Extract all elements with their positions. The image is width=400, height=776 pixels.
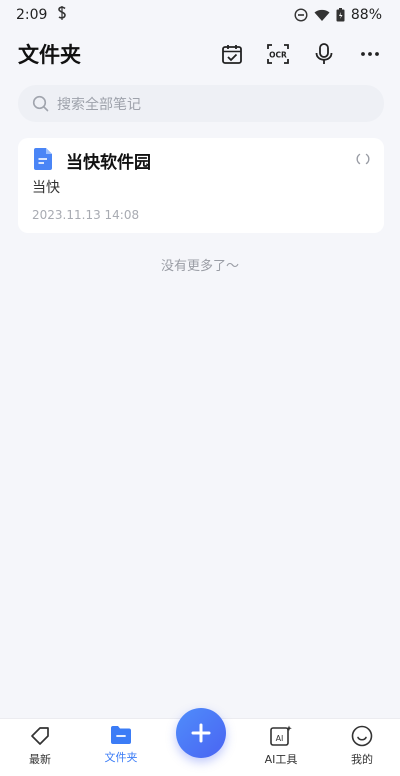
nav-label-profile: 我的	[351, 753, 373, 766]
nav-item-ai-tools[interactable]: AI AI工具	[251, 725, 311, 771]
nav-label-latest: 最新	[29, 753, 51, 766]
sync-icon	[356, 153, 370, 165]
ocr-button[interactable]: OCR	[266, 42, 290, 66]
battery-icon	[336, 8, 345, 22]
svg-text:AI: AI	[276, 734, 284, 743]
list-end-text: 没有更多了～	[160, 259, 239, 274]
calendar-check-icon	[222, 45, 242, 64]
header: 文件夹 OCR	[0, 34, 400, 74]
ocr-label: OCR	[269, 51, 287, 60]
more-dots-icon	[361, 52, 379, 56]
nav-item-profile[interactable]: 我的	[332, 725, 392, 771]
status-bar: 2:09 88%	[0, 0, 400, 30]
nav-item-latest[interactable]: 最新	[10, 725, 70, 771]
folder-icon	[111, 726, 131, 744]
status-time: 2:09	[16, 7, 48, 23]
sync-status-icon	[57, 6, 67, 24]
header-actions: OCR	[220, 42, 382, 66]
plus-icon	[191, 723, 211, 743]
calendar-button[interactable]	[220, 42, 244, 66]
more-button[interactable]	[358, 42, 382, 66]
dnd-icon	[294, 8, 308, 22]
smile-icon	[351, 725, 373, 747]
search-icon	[32, 95, 49, 112]
note-preview: 当快	[32, 180, 60, 196]
voice-button[interactable]	[312, 42, 336, 66]
note-date: 2023.11.13 14:08	[32, 208, 140, 222]
battery-percent: 88%	[350, 7, 382, 23]
add-note-button[interactable]	[176, 708, 226, 758]
nav-label-ai-tools: AI工具	[264, 753, 298, 766]
document-icon	[34, 148, 52, 170]
search-placeholder: 搜索全部笔记	[57, 96, 141, 113]
nav-label-folder: 文件夹	[104, 751, 138, 764]
note-card[interactable]: 当快软件园 当快 2023.11.13 14:08	[18, 138, 384, 233]
microphone-icon	[315, 43, 333, 64]
search-input[interactable]: 搜索全部笔记	[18, 85, 384, 122]
tag-icon	[31, 727, 49, 745]
ocr-icon: OCR	[267, 44, 289, 64]
wifi-icon	[314, 9, 330, 22]
note-title: 当快软件园	[66, 153, 151, 173]
ai-tool-icon: AI	[270, 725, 292, 746]
page-title: 文件夹	[18, 43, 81, 67]
nav-item-folder[interactable]: 文件夹	[91, 725, 151, 771]
